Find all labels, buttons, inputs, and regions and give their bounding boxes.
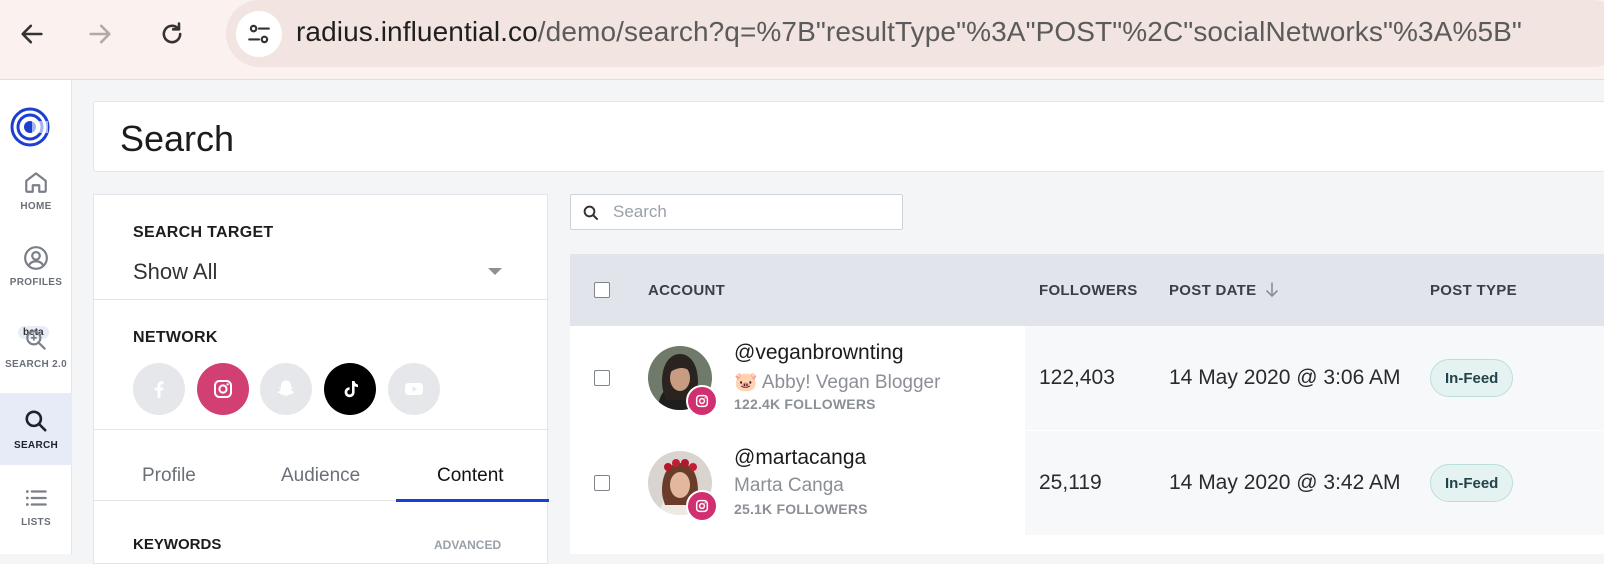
network-snapchat-button[interactable] — [260, 363, 312, 415]
sidebar-label: PROFILES — [9, 276, 63, 288]
column-post-date[interactable]: POST DATE — [1169, 282, 1256, 299]
sidebar-item-search-2[interactable]: SEARCH 2.0 — [0, 312, 72, 384]
reload-icon — [162, 22, 182, 44]
row-checkbox[interactable] — [594, 475, 610, 491]
filters-panel: SEARCH TARGET Show All NETWORK Profile A… — [93, 194, 549, 564]
instagram-badge — [686, 385, 718, 417]
sidebar: HOME PROFILES beta SEARCH 2.0 SEARCH LIS… — [0, 80, 72, 554]
row-checkbox[interactable] — [594, 370, 610, 386]
search-icon — [25, 409, 47, 432]
post-type-badge: In-Feed — [1430, 359, 1514, 397]
divider — [94, 299, 549, 300]
sidebar-item-search[interactable]: SEARCH — [0, 393, 72, 465]
chevron-down-icon — [488, 268, 502, 275]
sidebar-item-home[interactable]: HOME — [0, 154, 72, 226]
post-date-value: 14 May 2020 @ 3:06 AM — [1169, 366, 1401, 389]
sidebar-label: SEARCH 2.0 — [5, 358, 67, 370]
account-followers-short: 122.4K FOLLOWERS — [734, 396, 876, 412]
app-logo[interactable] — [10, 107, 50, 147]
instagram-icon — [695, 499, 709, 513]
forward-button[interactable] — [80, 14, 120, 54]
followers-value: 25,119 — [1039, 471, 1102, 494]
account-cell: @martacanga Marta Canga 25.1K FOLLOWERS — [570, 431, 1025, 535]
account-handle[interactable]: @veganbrownting — [734, 341, 904, 365]
network-facebook-button[interactable] — [133, 363, 185, 415]
page-header: Search — [93, 101, 1604, 172]
select-all-checkbox[interactable] — [594, 282, 610, 298]
post-type-badge: In-Feed — [1430, 464, 1514, 502]
tune-icon — [248, 24, 270, 44]
column-account[interactable]: ACCOUNT — [648, 282, 725, 299]
url-text: radius.influential.co/demo/search?q=%7B"… — [296, 16, 1522, 48]
sidebar-label: SEARCH — [13, 439, 59, 451]
active-tab-indicator — [396, 499, 549, 502]
address-bar[interactable]: radius.influential.co/demo/search?q=%7B"… — [226, 0, 1604, 67]
tab-audience[interactable]: Audience — [281, 465, 360, 487]
network-tiktok-button[interactable] — [324, 363, 376, 415]
url-path: /demo/search?q=%7B"resultType"%3A"POST"%… — [537, 16, 1522, 47]
instagram-icon — [214, 380, 232, 398]
account-handle[interactable]: @martacanga — [734, 446, 866, 470]
site-settings-button[interactable] — [236, 11, 282, 57]
network-instagram-button[interactable] — [197, 363, 249, 415]
tab-profile[interactable]: Profile — [142, 465, 196, 487]
results-search-input[interactable] — [613, 201, 893, 223]
home-icon — [25, 171, 47, 193]
instagram-icon — [695, 394, 709, 408]
sidebar-label: LISTS — [21, 516, 51, 528]
arrow-right-icon — [89, 24, 111, 44]
table-row[interactable]: @martacanga Marta Canga 25.1K FOLLOWERS … — [570, 431, 1604, 535]
facebook-icon — [155, 381, 164, 398]
arrow-left-icon — [21, 24, 43, 44]
post-date-value: 14 May 2020 @ 3:42 AM — [1169, 471, 1401, 494]
search-target-value: Show All — [133, 259, 218, 284]
browser-toolbar: radius.influential.co/demo/search?q=%7B"… — [0, 0, 1604, 80]
search-target-label: SEARCH TARGET — [133, 224, 274, 241]
search-icon — [583, 205, 598, 220]
advanced-toggle[interactable]: ADVANCED — [434, 538, 501, 552]
sidebar-item-profiles[interactable]: PROFILES — [0, 230, 72, 302]
account-display-name: Marta Canga — [734, 475, 844, 496]
profile-icon — [24, 245, 48, 270]
results-search — [570, 194, 903, 230]
instagram-badge — [686, 490, 718, 522]
page-title: Search — [120, 118, 235, 159]
youtube-icon — [405, 383, 423, 395]
column-followers[interactable]: FOLLOWERS — [1039, 282, 1138, 299]
back-button[interactable] — [12, 14, 52, 54]
table-row[interactable]: @veganbrownting 🐷 Abby! Vegan Blogger 12… — [570, 326, 1604, 430]
tiktok-icon — [344, 381, 358, 398]
keywords-label: KEYWORDS — [133, 536, 222, 553]
account-display-name: 🐷 Abby! Vegan Blogger — [734, 372, 941, 393]
account-followers-short: 25.1K FOLLOWERS — [734, 501, 868, 517]
list-icon — [25, 489, 47, 506]
account-cell: @veganbrownting 🐷 Abby! Vegan Blogger 12… — [570, 326, 1025, 430]
network-youtube-button[interactable] — [388, 363, 440, 415]
reload-button[interactable] — [152, 14, 192, 54]
sidebar-item-lists[interactable]: LISTS — [0, 470, 72, 542]
network-label: NETWORK — [133, 329, 218, 346]
divider — [94, 429, 549, 430]
search-2-icon — [26, 329, 46, 350]
sidebar-label: HOME — [20, 200, 52, 212]
snapchat-icon — [277, 380, 295, 396]
results-table: ACCOUNT FOLLOWERS POST DATE POST TYPE @v… — [570, 254, 1604, 554]
followers-value: 122,403 — [1039, 366, 1115, 389]
column-post-type[interactable]: POST TYPE — [1430, 282, 1517, 299]
table-header: ACCOUNT FOLLOWERS POST DATE POST TYPE — [570, 254, 1604, 326]
url-host: radius.influential.co — [296, 16, 538, 47]
tab-content[interactable]: Content — [437, 465, 504, 487]
sort-descending-icon[interactable] — [1264, 281, 1280, 299]
